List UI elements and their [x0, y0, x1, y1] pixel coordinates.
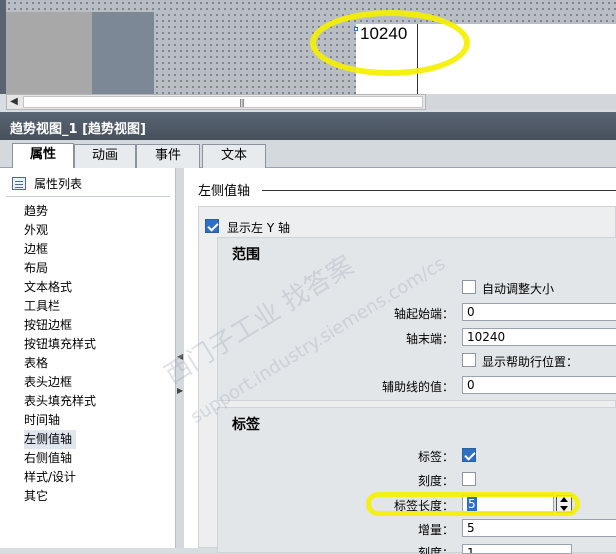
list-item-misc[interactable]: 其它	[24, 487, 170, 506]
canvas-grid-top	[6, 0, 616, 12]
grip-icon: |||	[239, 98, 245, 107]
list-item-style-design[interactable]: 样式/设计	[24, 468, 170, 487]
scrollbar-filler	[426, 94, 616, 110]
show-label-label: 标签：	[417, 450, 454, 464]
list-item-text-format[interactable]: 文本格式	[24, 278, 170, 297]
axis-start-label: 轴起始端：	[393, 307, 454, 321]
divider	[6, 196, 170, 197]
list-item-time-axis[interactable]: 时间轴	[24, 411, 170, 430]
list-item-trend[interactable]: 趋势	[24, 202, 170, 221]
show-left-y-axis-label: 显示左 Y 轴	[227, 221, 290, 235]
inspector-tabs: 属性 动画 事件 文本	[0, 140, 616, 169]
tick-checkbox[interactable]	[462, 472, 476, 486]
tick-label: 刻度：	[417, 474, 454, 488]
auto-scale-checkbox[interactable]	[462, 280, 476, 294]
axis-end-input[interactable]: 10240	[462, 328, 616, 346]
axis-start-input[interactable]: 0	[462, 303, 616, 321]
show-label-checkbox[interactable]	[462, 448, 476, 462]
show-helper-line-label: 显示帮助行位置：	[482, 355, 579, 369]
canvas-object-slate[interactable]	[92, 12, 154, 94]
list-item-layout[interactable]: 布局	[24, 259, 170, 278]
list-item-button-fill[interactable]: 按钮填充样式	[24, 335, 170, 354]
auto-scale-label: 自动调整大小	[482, 282, 555, 296]
tab-animation[interactable]: 动画	[74, 144, 136, 168]
inspector-title: 趋势视图_1 [趋势视图]	[10, 122, 146, 137]
tab-properties[interactable]: 属性	[12, 143, 74, 169]
panel-splitter[interactable]: ◀ ▶	[176, 168, 184, 548]
show-left-y-axis-checkbox[interactable]	[205, 219, 219, 233]
list-item-right-value-axis[interactable]: 右侧值轴	[24, 449, 170, 468]
list-item-toolbar[interactable]: 工具栏	[24, 297, 170, 316]
range-group-title: 范围	[232, 247, 260, 263]
section-divider	[262, 190, 616, 191]
axis-end-label: 轴末端：	[405, 332, 454, 346]
collapse-left-icon[interactable]: ◀	[177, 352, 183, 361]
screen-canvas: 10240	[0, 0, 616, 94]
list-item-left-value-axis[interactable]: 左侧值轴	[24, 430, 76, 449]
show-helper-line-checkbox[interactable]	[462, 353, 476, 367]
partial-tick-label: 刻度：	[417, 546, 454, 554]
labels-group: 标签 标签： 刻度： 标签长度： 5 增量： 5 刻度： 1	[217, 407, 616, 554]
increment-label: 增量：	[417, 523, 454, 537]
helper-value-label: 辅助线的值：	[381, 380, 454, 394]
inspector-title-bar: 趋势视图_1 [趋势视图]	[0, 112, 616, 140]
property-list-header: 属性列表	[34, 177, 83, 191]
list-item-header-border[interactable]: 表头边框	[24, 373, 170, 392]
labels-group-title: 标签	[232, 417, 260, 433]
annotation-highlight-bottom	[366, 492, 580, 516]
tab-events[interactable]: 事件	[136, 144, 200, 168]
scroll-thumb[interactable]: |||	[23, 96, 423, 108]
section-title: 左侧值轴	[198, 184, 251, 199]
tab-texts[interactable]: 文本	[202, 144, 266, 168]
property-list-icon	[12, 177, 26, 190]
property-list-panel: 属性列表 趋势 外观 边框 布局 文本格式 工具栏 按钮边框 按钮填充样式 表格…	[0, 168, 176, 548]
range-group: 范围 自动调整大小 轴起始端： 0 轴末端： 10240 显示帮助行位置： 辅助…	[217, 237, 616, 401]
scroll-left-icon[interactable]: ◀	[7, 95, 21, 109]
property-content-panel: 左侧值轴 显示左 Y 轴 范围 自动调整大小 轴起始端： 0 轴末端： 1024…	[184, 168, 616, 554]
list-item-appearance[interactable]: 外观	[24, 221, 170, 240]
list-item-border[interactable]: 边框	[24, 240, 170, 259]
expand-right-icon[interactable]: ▶	[177, 386, 183, 395]
horizontal-scrollbar[interactable]: ◀ |||	[6, 94, 426, 110]
list-item-header-fill[interactable]: 表头填充样式	[24, 392, 170, 411]
annotation-highlight-top	[310, 10, 470, 76]
canvas-object-gray[interactable]	[6, 12, 92, 94]
increment-input[interactable]: 5	[462, 519, 616, 537]
partial-tick-input[interactable]: 1	[462, 544, 572, 554]
list-item-button-border[interactable]: 按钮边框	[24, 316, 170, 335]
helper-value-input[interactable]: 0	[462, 376, 616, 394]
list-item-table[interactable]: 表格	[24, 354, 170, 373]
